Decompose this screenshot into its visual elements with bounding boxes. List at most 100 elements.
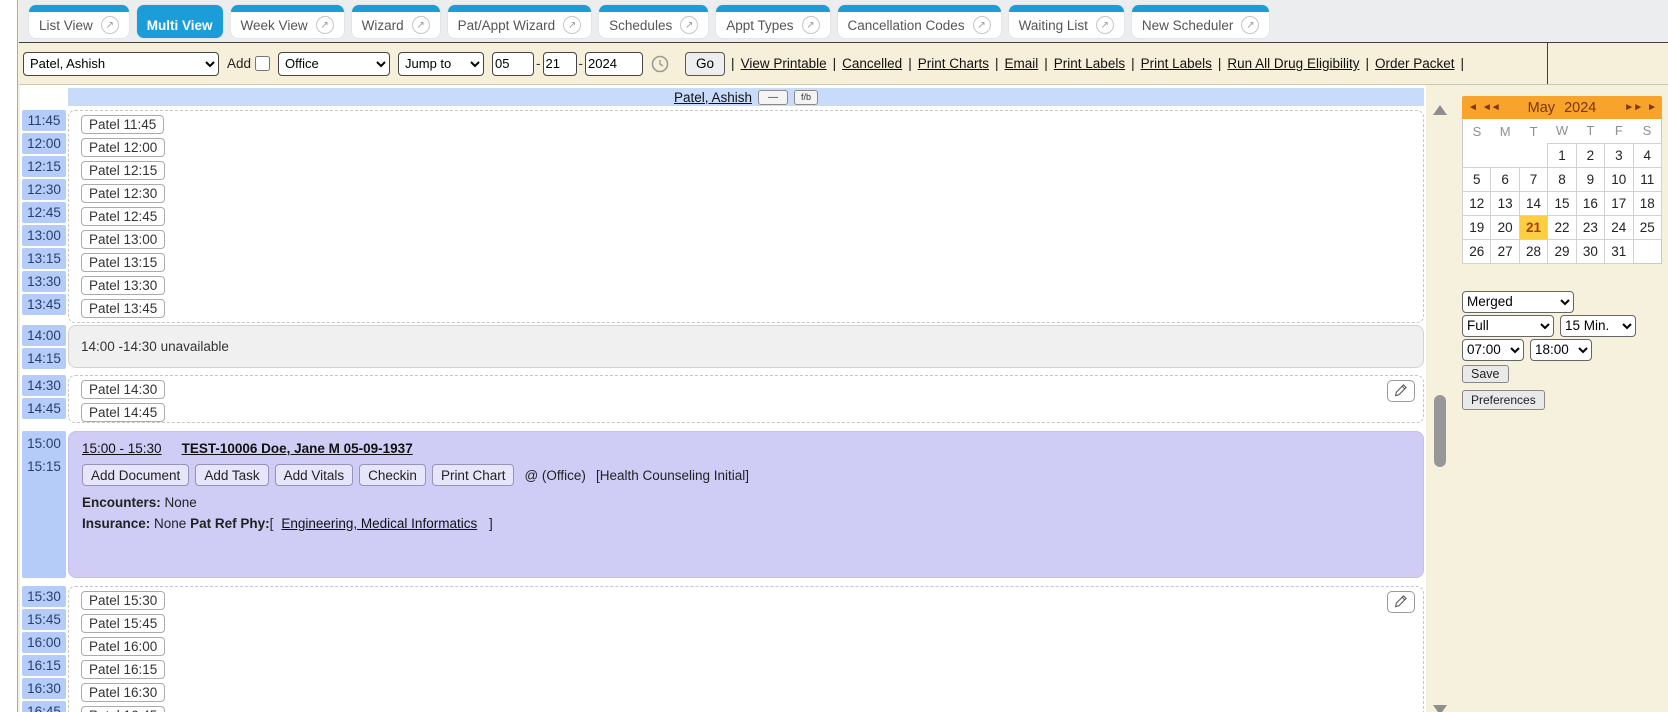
time-cell[interactable]: 12:00 <box>22 133 66 154</box>
slot-button-patel-13-15[interactable]: Patel 13:15 <box>81 253 165 272</box>
time-cell[interactable]: 12:45 <box>22 202 66 223</box>
save-button[interactable]: Save <box>1462 365 1509 383</box>
toolbar-link-view-printable[interactable]: View Printable <box>741 56 827 71</box>
checkin-button[interactable]: Checkin <box>359 464 426 486</box>
time-cell[interactable]: 15:30 <box>22 586 66 607</box>
time-cell[interactable]: 13:30 <box>22 271 66 292</box>
add-task-button[interactable]: Add Task <box>195 464 268 486</box>
day-cell[interactable]: 2 <box>1576 143 1604 167</box>
day-cell[interactable]: 26 <box>1463 239 1491 263</box>
provider-select[interactable]: Patel, Ashish <box>23 52 219 76</box>
day-cell[interactable]: 6 <box>1491 167 1519 191</box>
tab-wizard[interactable]: Wizard↗ <box>352 5 440 38</box>
time-cell[interactable]: 15:0015:15 <box>22 431 66 578</box>
slot-button-patel-16-15[interactable]: Patel 16:15 <box>81 660 165 679</box>
tab-week-view[interactable]: Week View↗ <box>231 5 344 38</box>
view-mode-select[interactable]: Merged <box>1462 291 1574 313</box>
day-cell[interactable]: 25 <box>1633 215 1661 239</box>
tab-multi-view[interactable]: Multi View <box>137 5 223 38</box>
day-cell[interactable]: 29 <box>1548 239 1576 263</box>
toolbar-link-cancelled[interactable]: Cancelled <box>842 56 902 71</box>
slot-button-patel-12-00[interactable]: Patel 12:00 <box>81 138 165 157</box>
day-cell[interactable]: 16 <box>1576 191 1604 215</box>
scroll-down-arrow-icon[interactable] <box>1433 705 1447 712</box>
slot-button-patel-12-45[interactable]: Patel 12:45 <box>81 207 165 226</box>
time-cell[interactable]: 16:15 <box>22 655 66 676</box>
slot-button-patel-11-45[interactable]: Patel 11:45 <box>81 115 164 134</box>
toolbar-link-order-packet[interactable]: Order Packet <box>1375 56 1455 71</box>
slot-button-patel-13-45[interactable]: Patel 13:45 <box>81 299 165 318</box>
end-time-select[interactable]: 18:00 <box>1530 339 1592 361</box>
date-month-input[interactable] <box>492 52 534 76</box>
print-chart-button[interactable]: Print Chart <box>432 464 515 486</box>
day-cell[interactable]: 17 <box>1605 191 1633 215</box>
day-cell[interactable]: 4 <box>1633 143 1661 167</box>
day-cell[interactable]: 23 <box>1576 215 1604 239</box>
day-cell[interactable]: 19 <box>1463 215 1491 239</box>
time-cell[interactable]: 14:15 <box>22 348 66 369</box>
tab-list-view[interactable]: List View↗ <box>29 5 129 38</box>
day-cell[interactable]: 28 <box>1519 239 1547 263</box>
add-vitals-button[interactable]: Add Vitals <box>275 464 354 486</box>
day-cell[interactable]: 20 <box>1491 215 1519 239</box>
minimize-column-button[interactable]: — <box>758 90 788 105</box>
prev-year-icon[interactable]: ◄◄ <box>1482 102 1500 113</box>
scrollbar-thumb[interactable] <box>1434 395 1446 467</box>
provider-header-link[interactable]: Patel, Ashish <box>674 90 752 105</box>
edit-slot-button[interactable] <box>1387 591 1415 613</box>
time-cell[interactable]: 16:30 <box>22 678 66 699</box>
date-day-input[interactable] <box>543 52 577 76</box>
edit-slot-button[interactable] <box>1387 380 1415 402</box>
open-new-window-icon[interactable]: ↗ <box>1096 16 1114 34</box>
open-new-window-icon[interactable]: ↗ <box>680 16 698 34</box>
slot-button-patel-14-45[interactable]: Patel 14:45 <box>81 403 165 422</box>
next-year-icon[interactable]: ►► <box>1624 102 1642 113</box>
add-document-button[interactable]: Add Document <box>82 464 189 486</box>
open-new-window-icon[interactable]: ↗ <box>412 16 430 34</box>
interval-select[interactable]: 15 Min. <box>1560 315 1636 337</box>
tab-cancellation-codes[interactable]: Cancellation Codes↗ <box>838 5 1001 38</box>
time-cell[interactable]: 14:45 <box>22 398 66 419</box>
appointment-block[interactable]: 15:00 - 15:30 TEST-10006 Doe, Jane M 05-0… <box>68 431 1424 578</box>
open-new-window-icon[interactable]: ↗ <box>802 16 820 34</box>
open-new-window-icon[interactable]: ↗ <box>563 16 581 34</box>
prev-month-icon[interactable]: ◄ <box>1468 102 1477 113</box>
slot-button-patel-13-30[interactable]: Patel 13:30 <box>81 276 165 295</box>
slot-button-patel-16-30[interactable]: Patel 16:30 <box>81 683 165 702</box>
scroll-up-arrow-icon[interactable] <box>1433 105 1447 115</box>
slot-button-patel-16-45[interactable]: Patel 16:45 <box>81 706 165 712</box>
time-cell[interactable]: 14:00 <box>22 325 66 346</box>
toolbar-link-email[interactable]: Email <box>1005 56 1039 71</box>
display-mode-select[interactable]: Full <box>1462 315 1554 337</box>
fb-toggle-button[interactable]: f/b <box>794 90 818 105</box>
open-new-window-icon[interactable]: ↗ <box>1241 16 1259 34</box>
time-cell[interactable]: 13:45 <box>22 294 66 315</box>
selected-day-cell[interactable]: 21 <box>1519 215 1547 239</box>
appointment-time-link[interactable]: 15:00 - 15:30 <box>82 441 162 456</box>
day-cell[interactable]: 12 <box>1463 191 1491 215</box>
time-cell[interactable]: 12:30 <box>22 179 66 200</box>
time-cell[interactable]: 11:45 <box>22 110 66 131</box>
tab-appt-types[interactable]: Appt Types↗ <box>716 5 829 38</box>
day-cell[interactable]: 8 <box>1548 167 1576 191</box>
open-new-window-icon[interactable]: ↗ <box>316 16 334 34</box>
patient-name-link[interactable]: TEST-10006 Doe, Jane M 05-09-1937 <box>182 441 413 456</box>
day-cell[interactable]: 24 <box>1605 215 1633 239</box>
toolbar-link-print-labels[interactable]: Print Labels <box>1054 56 1125 71</box>
time-cell[interactable]: 12:15 <box>22 156 66 177</box>
tab-waiting-list[interactable]: Waiting List↗ <box>1009 5 1124 38</box>
slot-button-patel-15-45[interactable]: Patel 15:45 <box>81 614 165 633</box>
time-cell[interactable]: 13:00 <box>22 225 66 246</box>
day-cell[interactable]: 1 <box>1548 143 1576 167</box>
toolbar-link-print-labels[interactable]: Print Labels <box>1141 56 1212 71</box>
open-new-window-icon[interactable]: ↗ <box>101 16 119 34</box>
day-cell[interactable]: 31 <box>1605 239 1633 263</box>
day-cell[interactable]: 13 <box>1491 191 1519 215</box>
day-cell[interactable]: 10 <box>1605 167 1633 191</box>
day-cell[interactable]: 9 <box>1576 167 1604 191</box>
time-cell[interactable]: 14:30 <box>22 375 66 396</box>
slot-button-patel-12-15[interactable]: Patel 12:15 <box>81 161 165 180</box>
toolbar-link-run-all-drug-eligibility[interactable]: Run All Drug Eligibility <box>1227 56 1359 71</box>
open-new-window-icon[interactable]: ↗ <box>973 16 991 34</box>
slot-button-patel-13-00[interactable]: Patel 13:00 <box>81 230 165 249</box>
